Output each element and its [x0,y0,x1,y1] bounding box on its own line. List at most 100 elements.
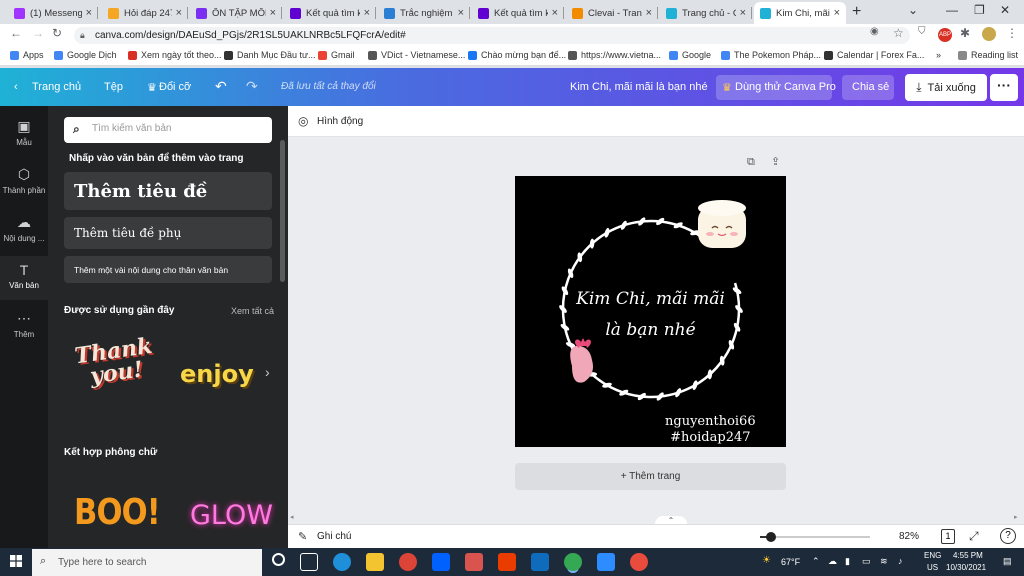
more-options-button[interactable]: ··· [990,74,1018,101]
language-indicator[interactable]: ENG [924,551,941,560]
add-page-icon[interactable]: ⇪ [771,155,780,168]
close-tab-icon[interactable]: × [364,7,370,19]
more-bookmarks-icon[interactable]: » [936,50,941,60]
weather-temp[interactable]: 67°F [781,557,800,567]
adblock-icon[interactable]: ABP [938,28,952,42]
browser-menu-icon[interactable]: ⋮ [1006,26,1018,40]
maximize-button[interactable]: ❐ [974,3,985,17]
zoom-taskbar-icon[interactable] [597,553,615,571]
bookmark-item[interactable]: Gmail [318,50,355,60]
url-field[interactable]: canva.com/design/DAEuSd_PGjs/2R1SL5UAKLN… [74,27,910,44]
bookmark-item[interactable]: Danh Mục Đầu tư... [224,50,316,60]
reload-icon[interactable]: ↻ [52,26,62,40]
scroll-right-icon[interactable]: ▸ [1014,513,1018,521]
back-chevron-icon[interactable]: ‹ [14,81,18,93]
cloud-icon[interactable]: ☁ [828,556,837,567]
design-title[interactable]: Kim Chi, mãi mãi là bạn nhé [570,81,708,93]
extensions-icon[interactable]: ✱ [960,26,970,40]
bookmark-star-icon[interactable]: ☆ [893,26,904,40]
close-tab-icon[interactable]: × [270,7,276,19]
home-link[interactable]: Trang chủ [32,81,81,93]
new-tab-button[interactable]: + [852,3,861,21]
browser-tab[interactable]: Hỏi đáp 247 - × [102,2,188,24]
app-taskbar-icon[interactable] [465,553,483,571]
close-tab-icon[interactable]: × [740,7,746,19]
mic-icon[interactable]: ▮ [845,556,850,567]
browser-tab[interactable]: ÔN TẬP MÔN × [190,2,282,24]
add-subheading-box[interactable]: Thêm tiêu đề phụ [64,217,272,249]
chrome-profile-taskbar-icon[interactable] [630,553,648,571]
bookmark-item[interactable]: Google Dịch [54,50,117,60]
close-tab-icon[interactable]: × [86,7,92,19]
add-body-text-box[interactable]: Thêm một vài nội dung cho thân văn bản [64,256,272,283]
tab-search-icon[interactable]: ⌄ [908,3,918,17]
close-tab-icon[interactable]: × [834,7,840,19]
panel-scrollbar[interactable] [280,140,285,282]
redo-icon[interactable]: ↷ [246,78,258,95]
glow-template[interactable]: GLOW [190,500,273,531]
browser-tab[interactable]: (1) Messenger × [8,2,98,24]
bookmark-item[interactable]: Apps [10,50,44,60]
duplicate-page-icon[interactable]: ⧉ [747,156,755,169]
browser-tab[interactable]: Trắc nghiệm C × [378,2,470,24]
undo-icon[interactable]: ↶ [215,78,227,95]
rail-item[interactable]: ⋯ Thêm [0,304,48,348]
forward-icon[interactable]: → [32,26,44,40]
notification-icon[interactable]: ▤ [1003,556,1012,567]
wifi-icon[interactable]: ≋ [880,556,888,567]
reading-list-button[interactable]: Reading list [958,50,1018,60]
browser-tab[interactable]: Clevai - Trang × [566,2,658,24]
close-tab-icon[interactable]: × [552,7,558,19]
bookmark-item[interactable]: VDict - Vietnamese... [368,50,465,60]
close-window-button[interactable]: ✕ [1000,3,1010,17]
clock-time[interactable]: 4:55 PM [953,551,983,560]
design-page[interactable]: Kim Chi, mãi mãi là bạn nhé nguyenthoi66… [515,176,786,447]
add-page-button[interactable]: + Thêm trang [515,463,786,490]
fullscreen-icon[interactable]: ⤢ [969,529,979,544]
download-button[interactable]: ⤓ Tải xuống [905,74,987,101]
dropbox-taskbar-icon[interactable] [432,553,450,571]
chrome-active-taskbar-icon[interactable] [564,553,582,571]
rail-item[interactable]: T Văn bản [0,256,48,300]
browser-tab[interactable]: Kim Chi, mãi m × [754,2,846,24]
bookmark-item[interactable]: Google [669,50,711,60]
browser-tab[interactable]: Kết quả tìm ki × [472,2,564,24]
zoom-level[interactable]: 82% [899,531,919,542]
cortana-icon[interactable] [272,553,285,566]
taskbar-search-input[interactable]: Type here to search [32,549,262,576]
animate-icon[interactable]: ◎ [298,114,308,128]
bookmark-item[interactable]: Xem ngày tốt theo... [128,50,222,60]
network-icon[interactable]: ▭ [862,556,871,567]
edge-taskbar-icon[interactable] [333,553,351,571]
rail-item[interactable]: ⬡ Thành phần [0,160,48,204]
browser-tab[interactable]: Trang chủ - C × [660,2,752,24]
bookmark-item[interactable]: The Pokemon Pháp... [721,50,821,60]
bookmark-item[interactable]: https://www.vietna... [568,50,661,60]
volume-icon[interactable]: ♪ [898,556,903,566]
rail-item[interactable]: ☁ Nội dung ... [0,208,48,252]
resize-menu[interactable]: Đổi cỡ [159,81,191,93]
file-menu[interactable]: Tệp [104,81,123,93]
close-tab-icon[interactable]: × [176,7,182,19]
chrome-taskbar-icon[interactable] [399,553,417,571]
help-button[interactable]: ? [1000,528,1016,544]
next-chevron-icon[interactable]: › [265,364,270,380]
zoom-slider[interactable] [760,532,870,542]
eye-off-icon[interactable]: ◉ [870,26,879,37]
animate-button[interactable]: Hình động [317,116,363,127]
clock-date[interactable]: 10/30/2021 [946,563,986,572]
boo-template[interactable]: BOO! [74,492,161,533]
notes-button[interactable]: Ghi chú [317,531,351,542]
see-all-link[interactable]: Xem tất cả [231,306,274,316]
mail-taskbar-icon[interactable] [531,553,549,571]
text-search-input[interactable]: ⌕ Tìm kiếm văn bản [64,117,272,143]
lock-icon[interactable]: 🔒︎ [80,30,85,41]
tray-chevron-icon[interactable]: ⌃ [812,556,820,567]
region-indicator[interactable]: US [927,563,938,572]
profile-avatar[interactable] [982,27,996,41]
notes-icon[interactable]: ✎ [298,530,307,543]
page-count-button[interactable]: 1 [941,529,955,544]
back-icon[interactable]: ← [10,26,22,40]
task-view-icon[interactable] [300,553,318,571]
close-tab-icon[interactable]: × [458,7,464,19]
